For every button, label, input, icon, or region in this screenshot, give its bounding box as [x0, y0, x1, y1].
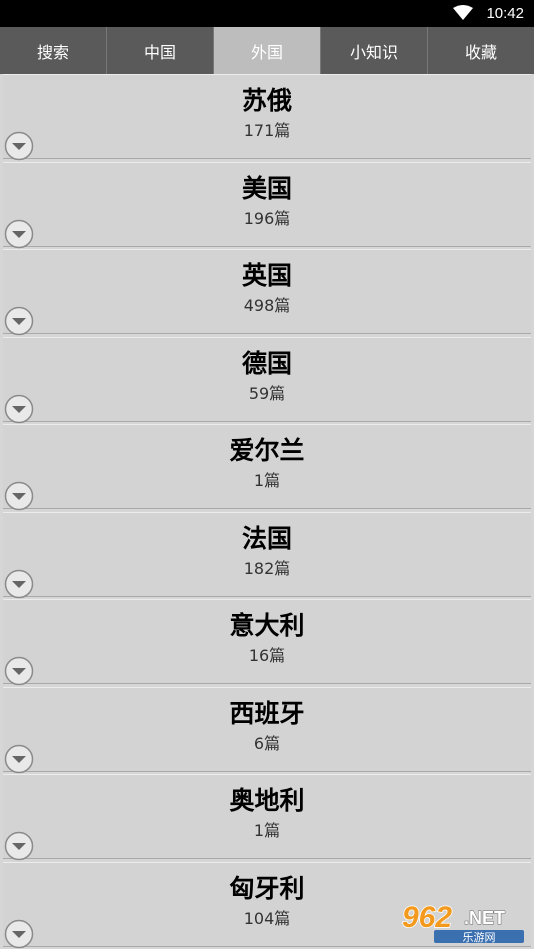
status-bar: 10:42	[0, 0, 534, 27]
item-title: 德国	[241, 348, 292, 378]
list-item[interactable]: 德国 59篇	[3, 336, 531, 424]
tab-china[interactable]: 中国	[107, 27, 214, 74]
watermark-brand: 962	[402, 901, 452, 934]
list-item[interactable]: 英国 498篇	[3, 249, 531, 336]
expand-chevron-icon[interactable]	[4, 394, 34, 424]
item-title: 西班牙	[229, 698, 305, 728]
item-title: 英国	[241, 261, 292, 290]
tab-bar: 搜索 中国 外国 小知识 收藏	[0, 27, 534, 74]
watermark-logo: 962 .NET 乐游网	[401, 900, 524, 944]
item-title: 美国	[241, 173, 292, 203]
item-count: 16篇	[248, 646, 286, 665]
list-item[interactable]: 爱尔兰 1篇	[3, 424, 531, 511]
item-title: 奥地利	[229, 786, 305, 815]
item-title: 爱尔兰	[229, 436, 305, 465]
item-count: 1篇	[253, 471, 281, 490]
expand-chevron-icon[interactable]	[4, 131, 34, 161]
item-count: 498篇	[243, 296, 291, 315]
expand-chevron-icon[interactable]	[4, 919, 34, 949]
tab-search[interactable]: 搜索	[0, 27, 107, 74]
tab-tips[interactable]: 小知识	[321, 27, 428, 74]
item-count: 6篇	[253, 733, 281, 753]
expand-chevron-icon[interactable]	[4, 656, 34, 686]
watermark-subtitle: 乐游网	[463, 931, 496, 944]
expand-chevron-icon[interactable]	[4, 744, 34, 774]
expand-chevron-icon[interactable]	[4, 569, 34, 599]
list-item[interactable]: 西班牙 6篇	[3, 686, 531, 774]
wifi-icon	[453, 5, 473, 20]
list-item[interactable]: 苏俄 171篇	[3, 74, 531, 161]
tab-favorites[interactable]: 收藏	[428, 27, 534, 74]
list-item[interactable]: 意大利 16篇	[3, 599, 531, 686]
expand-chevron-icon[interactable]	[4, 306, 34, 336]
item-title: 苏俄	[241, 86, 292, 115]
expand-chevron-icon[interactable]	[4, 481, 34, 511]
watermark-suffix: .NET	[464, 908, 505, 928]
item-title: 法国	[241, 523, 292, 553]
status-time: 10:42	[486, 5, 524, 22]
item-count: 171篇	[243, 121, 291, 140]
item-count: 196篇	[243, 208, 291, 228]
tab-foreign[interactable]: 外国	[214, 27, 321, 74]
expand-chevron-icon[interactable]	[4, 831, 34, 861]
expand-chevron-icon[interactable]	[4, 219, 34, 249]
country-list: 苏俄 171篇 美国 196篇 英国 498篇 德国 59篇 爱尔兰 1篇 法国…	[0, 74, 534, 949]
item-count: 182篇	[243, 558, 291, 578]
item-count: 59篇	[248, 383, 286, 403]
list-item[interactable]: 奥地利 1篇	[3, 774, 531, 861]
item-title: 意大利	[229, 611, 305, 640]
list-item[interactable]: 美国 196篇	[3, 161, 531, 249]
item-title: 匈牙利	[229, 873, 305, 903]
list-item[interactable]: 法国 182篇	[3, 511, 531, 599]
item-count: 1篇	[253, 821, 281, 840]
